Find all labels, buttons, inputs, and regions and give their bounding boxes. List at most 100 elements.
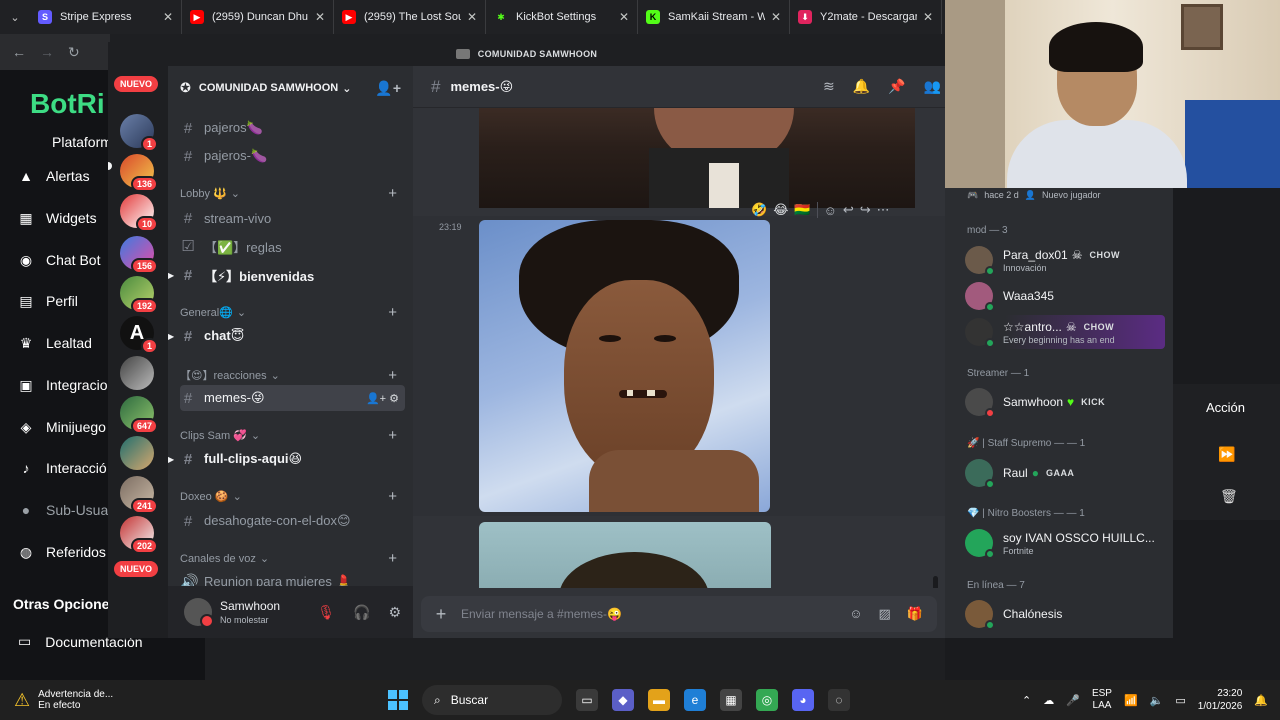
meme-image-next[interactable] [479, 522, 771, 588]
language-indicator[interactable]: ESP LAA [1092, 688, 1112, 712]
add-channel-icon[interactable]: + [388, 427, 397, 444]
close-tab-icon[interactable]: ✕ [923, 10, 933, 24]
member-row[interactable]: Para_dox01 ☠ CHOW Innovación [965, 243, 1165, 277]
add-channel-icon[interactable]: + [388, 185, 397, 202]
file-explorer-icon[interactable]: ▬ [648, 689, 670, 711]
add-channel-icon[interactable]: + [388, 550, 397, 567]
members-icon[interactable]: 👥 [924, 78, 941, 95]
add-channel-icon[interactable]: + [388, 488, 397, 505]
forward-arrow-icon[interactable]: → [40, 44, 54, 60]
member-row[interactable]: ☆☆antro... ☠ CHOW Every beginning has an en… [965, 315, 1165, 349]
message-input[interactable] [461, 607, 850, 621]
server-icon[interactable]: 202 [120, 516, 158, 554]
taskbar-search[interactable]: ⌕ Buscar [422, 685, 562, 715]
member-row[interactable]: Waaa345 [965, 279, 1165, 313]
scrollbar[interactable] [933, 576, 938, 588]
reply-icon[interactable]: ↩ [843, 202, 854, 218]
member-row[interactable]: Raul ● GAAA [965, 456, 1165, 490]
clock[interactable]: 23:20 1/01/2026 [1198, 687, 1243, 713]
copilot-icon[interactable]: ◆ [612, 689, 634, 711]
category-lobby[interactable]: Lobby 🔱 ⌄ + [180, 185, 405, 202]
store-icon[interactable]: ▦ [720, 689, 742, 711]
attach-plus-icon[interactable]: + [421, 604, 461, 625]
category-reacciones[interactable]: 【😍】reacciones ⌄ + [180, 367, 405, 384]
member-row[interactable]: Chalónesis [965, 597, 1165, 631]
reaction-joy[interactable]: 😂 [773, 202, 788, 218]
channel-reglas[interactable]: ☑ 【✅】reglas [180, 233, 405, 259]
add-channel-icon[interactable]: + [388, 304, 397, 321]
microphone-icon[interactable]: 🎤 [1066, 694, 1080, 707]
add-channel-icon[interactable]: + [388, 367, 397, 384]
tab-list-dropdown-icon[interactable]: ⌄ [0, 0, 30, 34]
emoji-icon[interactable]: ☺ [849, 606, 862, 622]
forward-icon[interactable]: ↪ [860, 202, 871, 218]
server-icon[interactable] [120, 356, 154, 390]
server-icon[interactable]: 192 [120, 276, 158, 314]
category-clips[interactable]: Clips Sam 💞 ⌄ + [180, 427, 405, 444]
task-view-icon[interactable]: ▭ [576, 689, 598, 711]
avatar[interactable] [184, 598, 214, 628]
browser-tab[interactable]: ▶ (2959) The Lost Soul ✕ [334, 0, 486, 34]
browser-tab[interactable]: K SamKaii Stream - Wa ✕ [638, 0, 790, 34]
fast-forward-icon[interactable]: ⏩ [1218, 446, 1235, 463]
reaction-rofl[interactable]: 🤣 [751, 202, 767, 218]
close-tab-icon[interactable]: ✕ [771, 10, 781, 24]
battery-icon[interactable]: ▭ [1175, 694, 1185, 707]
discord-icon[interactable]: ◕ [792, 689, 814, 711]
channel-pajeros-2[interactable]: # pajeros-🍆 [180, 143, 405, 169]
channel-memes-selected[interactable]: # memes-😜 👤+ ⚙ [180, 385, 405, 411]
browser-tab[interactable]: ✱ KickBot Settings ✕ [486, 0, 638, 34]
category-general[interactable]: General🌐 ⌄ + [180, 304, 405, 321]
server-icon[interactable]: 241 [120, 476, 158, 514]
server-icon[interactable]: 156 [120, 236, 158, 274]
gear-icon[interactable]: ⚙ [388, 604, 401, 621]
back-arrow-icon[interactable]: ← [12, 44, 26, 60]
server-icon[interactable]: 647 [120, 396, 158, 434]
server-icon[interactable]: 136 [120, 154, 158, 192]
channel-full-clips[interactable]: ▶ # full-clips-aqui😆 [168, 446, 405, 472]
channel-desahogate[interactable]: # desahogate-con-el-dox😊 [180, 508, 405, 534]
channel-pajeros[interactable]: # pajeros🍆 [180, 115, 405, 141]
channel-settings-icon[interactable]: 👤+ ⚙ [366, 392, 399, 405]
trash-icon[interactable]: 🗑 [1220, 488, 1238, 505]
category-doxeo[interactable]: Doxeo 🍪 ⌄ + [180, 488, 405, 505]
notification-bell-icon[interactable]: 🔔 [1254, 694, 1268, 707]
channel-chat[interactable]: ▶ # chat😇 [168, 323, 405, 349]
warning-notification[interactable]: ⚠ Advertencia de... En efecto [14, 689, 113, 711]
start-button[interactable] [388, 690, 408, 710]
mic-muted-icon[interactable]: 🎙 [317, 604, 335, 621]
category-voz[interactable]: Canales de voz ⌄ + [180, 550, 405, 567]
browser-tab[interactable]: ⬇ Y2mate - Descargar ✕ [790, 0, 942, 34]
chevron-up-icon[interactable]: ⌃ [1022, 694, 1031, 707]
tray-app-icon[interactable]: ☁ [1043, 694, 1054, 707]
edge-icon[interactable]: e [684, 689, 706, 711]
add-reaction-icon[interactable]: ☺ [824, 203, 837, 218]
volume-icon[interactable]: 🔈 [1150, 694, 1164, 707]
browser-tab[interactable]: ▶ (2959) Duncan Dhu ✕ [182, 0, 334, 34]
chrome-icon[interactable]: ◎ [756, 689, 778, 711]
image-icon[interactable]: ▨ [879, 606, 891, 622]
bell-icon[interactable]: 🔔 [853, 78, 870, 95]
close-tab-icon[interactable]: ✕ [467, 10, 477, 24]
meme-image-previous[interactable] [479, 108, 915, 208]
member-row[interactable]: Samwhoon ♥ KICK [965, 385, 1165, 419]
obs-icon[interactable]: ◌ [828, 689, 850, 711]
nuevo-badge[interactable]: NUEVO [114, 76, 159, 92]
channel-bienvenidas[interactable]: ▶ # 【⚡】bienvenidas [168, 262, 405, 288]
server-header[interactable]: ✪ COMUNIDAD SAMWHOON ⌄ 👤+ [168, 66, 413, 110]
invite-people-icon[interactable]: 👤+ [375, 80, 401, 97]
close-tab-icon[interactable]: ✕ [163, 10, 173, 24]
more-options-icon[interactable]: ⋯ [877, 202, 890, 218]
meme-image[interactable] [479, 220, 770, 512]
reload-icon[interactable]: ↻ [68, 44, 80, 61]
gift-icon[interactable]: 🎁 [907, 606, 923, 622]
member-row[interactable]: soy IVAN OSSCO HUILLC... Fortnite [965, 526, 1165, 560]
server-icon[interactable]: A1 [120, 316, 158, 354]
wifi-icon[interactable]: 📶 [1124, 694, 1138, 707]
browser-tab[interactable]: S Stripe Express ✕ [30, 0, 182, 34]
pin-icon[interactable]: 📌 [888, 78, 905, 95]
nuevo-badge[interactable]: NUEVO [114, 561, 159, 577]
server-icon[interactable]: 1 [120, 114, 158, 152]
close-tab-icon[interactable]: ✕ [315, 10, 325, 24]
server-icon[interactable] [120, 436, 154, 470]
